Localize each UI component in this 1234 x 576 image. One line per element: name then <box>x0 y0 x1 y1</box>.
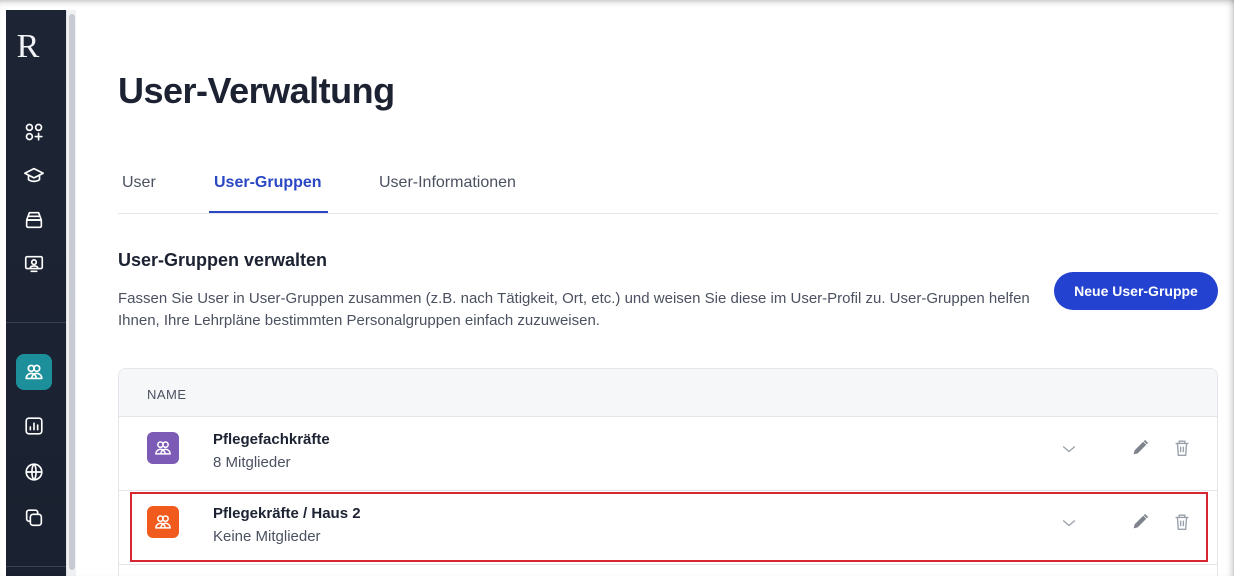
chevron-down-icon[interactable] <box>1059 513 1079 533</box>
tab-bar: User User-Gruppen User-Informationen <box>118 170 1218 214</box>
pencil-icon[interactable] <box>1129 511 1151 533</box>
presentation-icon[interactable] <box>16 246 52 282</box>
users-icon[interactable] <box>16 354 52 390</box>
group-avatar <box>147 506 179 538</box>
sidebar: R <box>6 10 66 576</box>
trash-icon[interactable] <box>1171 437 1193 459</box>
group-member-count: 8 Mitglieder <box>213 454 291 471</box>
chevron-down-icon[interactable] <box>1059 439 1079 459</box>
sidebar-divider <box>6 322 66 323</box>
page-title: User-Verwaltung <box>118 70 395 111</box>
tab-user-gruppen[interactable]: User-Gruppen <box>214 174 322 192</box>
column-header-name[interactable]: NAME <box>147 387 187 402</box>
app-logo[interactable]: R <box>17 28 40 66</box>
group-name: Pflegefachkräfte <box>213 431 330 448</box>
section-title: User-Gruppen verwalten <box>118 250 328 270</box>
table-header: NAME <box>119 369 1217 417</box>
chart-icon[interactable] <box>16 408 52 444</box>
group-name: Pflegekräfte / Haus 2 <box>213 505 361 522</box>
sidebar-scrollbar[interactable] <box>66 10 76 576</box>
graduation-cap-icon[interactable] <box>16 158 52 194</box>
table-row[interactable]: Pflegefachkräfte 8 Mitglieder <box>119 417 1217 491</box>
sidebar-divider-bottom <box>6 566 66 567</box>
copy-icon[interactable] <box>16 500 52 536</box>
users-icon <box>155 441 171 455</box>
scrollbar-thumb[interactable] <box>69 14 75 570</box>
archive-icon[interactable] <box>16 202 52 238</box>
globe-icon[interactable] <box>16 454 52 490</box>
active-tab-indicator <box>209 211 328 213</box>
tab-user-informationen[interactable]: User-Informationen <box>379 174 516 192</box>
section-description: Fassen Sie User in User-Gruppen zusammen… <box>118 290 1030 329</box>
table-row[interactable]: Pflegekräfte / Haus 2 Keine Mitglieder <box>119 491 1217 565</box>
tab-user[interactable]: User <box>122 174 156 192</box>
group-member-count: Keine Mitglieder <box>213 528 321 545</box>
apps-plus-icon[interactable] <box>16 114 52 150</box>
new-user-group-button[interactable]: Neue User-Gruppe <box>1054 272 1218 310</box>
user-groups-table: NAME Pflegefachkräfte 8 Mitglieder Pfleg… <box>118 368 1218 576</box>
group-avatar <box>147 432 179 464</box>
users-icon <box>155 515 171 529</box>
trash-icon[interactable] <box>1171 511 1193 533</box>
pencil-icon[interactable] <box>1129 437 1151 459</box>
